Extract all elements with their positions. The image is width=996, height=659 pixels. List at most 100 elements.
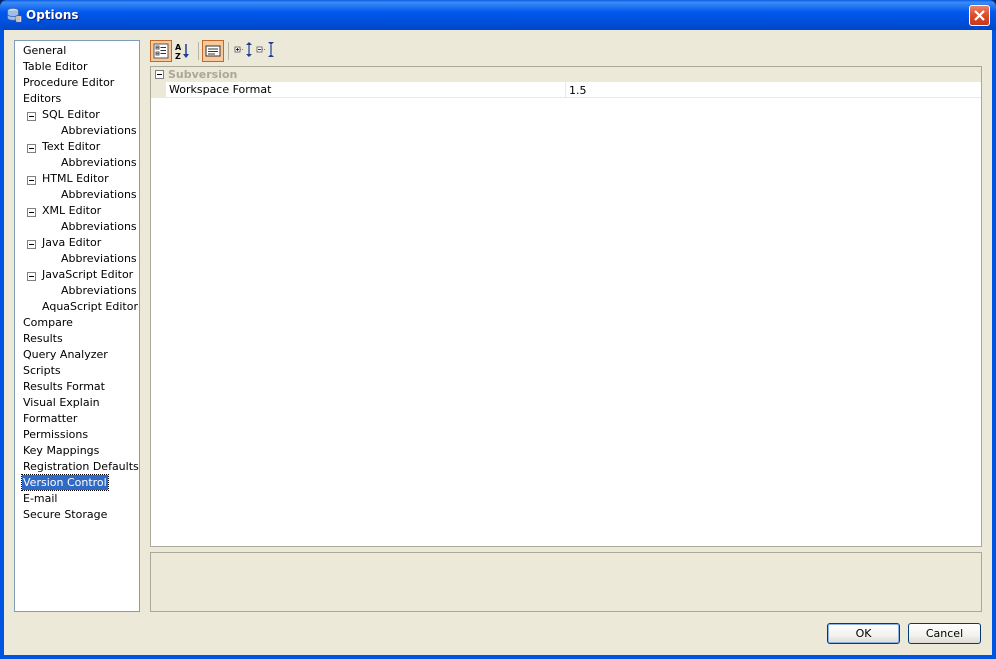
tree-item-label: Visual Explain: [23, 396, 100, 409]
tree-item-version-control[interactable]: Version Control: [21, 474, 109, 491]
tree-item-java-editor[interactable]: Java Editor: [41, 235, 102, 250]
description-panel: [150, 552, 982, 612]
expand-all-button[interactable]: [232, 40, 254, 62]
tree-item-label: Procedure Editor: [23, 76, 115, 89]
tree-item-sql-editor[interactable]: SQL Editor: [41, 107, 101, 122]
dialog-body: General Table Editor Procedure Editor Ed…: [4, 30, 992, 655]
collapse-icon[interactable]: [27, 112, 36, 121]
tree-item-label: Abbreviations: [61, 284, 137, 297]
category-label: Subversion: [168, 68, 238, 81]
tree-item-aquascript-editor[interactable]: AquaScript Editor: [41, 299, 139, 314]
collapse-icon[interactable]: [27, 176, 36, 185]
tree-item-label: SQL Editor: [42, 108, 100, 121]
tree-item-html-editor[interactable]: HTML Editor: [41, 171, 110, 186]
tree-item-label: Scripts: [23, 364, 61, 377]
tree-item-registration-defaults[interactable]: Registration Defaults: [22, 459, 139, 474]
categorized-icon: [153, 43, 169, 59]
tree-item-label: Formatter: [23, 412, 78, 425]
svg-text:A: A: [175, 43, 182, 52]
tree-item-query-analyzer[interactable]: Query Analyzer: [22, 347, 109, 362]
tree-item-javascript-abbreviations[interactable]: Abbreviations: [60, 283, 138, 298]
sort-alphabetical-icon: A Z: [175, 43, 189, 61]
collapse-icon[interactable]: [27, 240, 36, 249]
tree-item-label: Table Editor: [23, 60, 88, 73]
tree-item-label: AquaScript Editor: [42, 300, 138, 313]
tree-item-label: Key Mappings: [23, 444, 100, 457]
options-tree[interactable]: General Table Editor Procedure Editor Ed…: [14, 40, 140, 612]
ok-button[interactable]: OK: [827, 623, 900, 644]
property-pages-button[interactable]: [202, 40, 224, 62]
tree-item-visual-explain[interactable]: Visual Explain: [22, 395, 101, 410]
tree-item-label: Abbreviations: [61, 188, 137, 201]
property-name: Workspace Format: [169, 83, 272, 96]
tree-item-label: Abbreviations: [61, 124, 137, 137]
tree-item-email[interactable]: E-mail: [22, 491, 59, 506]
tree-item-label: Abbreviations: [61, 156, 137, 169]
options-window: Options General Table Editor Procedure E…: [0, 0, 996, 659]
tree-item-label: General: [23, 44, 67, 57]
title-bar[interactable]: Options: [0, 0, 996, 30]
tree-item-label: Abbreviations: [61, 220, 137, 233]
tree-item-label: Compare: [23, 316, 73, 329]
tree-item-label: Query Analyzer: [23, 348, 108, 361]
tree-item-results-format[interactable]: Results Format: [22, 379, 106, 394]
tree-item-java-abbreviations[interactable]: Abbreviations: [60, 251, 138, 266]
tree-item-scripts[interactable]: Scripts: [22, 363, 62, 378]
tree-item-html-abbreviations[interactable]: Abbreviations: [60, 187, 138, 202]
collapse-all-button[interactable]: [254, 40, 276, 62]
tree-item-label: HTML Editor: [42, 172, 109, 185]
tree-item-permissions[interactable]: Permissions: [22, 427, 89, 442]
tree-item-procedure-editor[interactable]: Procedure Editor: [22, 75, 115, 90]
tree-item-xml-editor[interactable]: XML Editor: [41, 203, 102, 218]
tree-item-text-editor[interactable]: Text Editor: [41, 139, 101, 154]
categorized-button[interactable]: [150, 40, 172, 62]
svg-text:Z: Z: [175, 52, 181, 61]
property-pages-icon: [205, 45, 221, 57]
tree-item-label: Registration Defaults: [23, 460, 139, 473]
row-margin: [151, 82, 166, 98]
column-divider[interactable]: [565, 82, 566, 98]
tree-item-label: Java Editor: [42, 236, 102, 249]
property-row-workspace-format[interactable]: Workspace Format 1.5: [151, 82, 981, 98]
cancel-button[interactable]: Cancel: [908, 623, 981, 644]
tree-item-editors[interactable]: Editors: [22, 91, 62, 106]
tree-item-key-mappings[interactable]: Key Mappings: [22, 443, 100, 458]
tree-item-label: XML Editor: [42, 204, 102, 217]
collapse-icon[interactable]: [27, 144, 36, 153]
tree-item-javascript-editor[interactable]: JavaScript Editor: [41, 267, 134, 282]
tree-item-label: Version Control: [23, 476, 107, 489]
tree-item-label: Permissions: [23, 428, 89, 441]
category-row-subversion[interactable]: Subversion: [151, 67, 981, 82]
tree-item-label: Editors: [23, 92, 62, 105]
tree-item-formatter[interactable]: Formatter: [22, 411, 78, 426]
toolbar-separator: [228, 42, 229, 60]
tree-item-label: Secure Storage: [23, 508, 108, 521]
property-grid[interactable]: Subversion Workspace Format 1.5: [150, 66, 982, 547]
sort-alphabetical-button[interactable]: A Z: [172, 40, 194, 62]
toolbar-separator: [198, 42, 199, 60]
collapse-icon[interactable]: [155, 70, 164, 79]
close-button[interactable]: [969, 5, 990, 26]
tree-item-results[interactable]: Results: [22, 331, 64, 346]
property-grid-toolbar: A Z: [150, 40, 990, 64]
tree-item-label: Text Editor: [42, 140, 101, 153]
tree-item-general[interactable]: General: [22, 43, 67, 58]
tree-item-sql-abbreviations[interactable]: Abbreviations: [60, 123, 138, 138]
window-title: Options: [26, 8, 79, 22]
tree-item-text-abbreviations[interactable]: Abbreviations: [60, 155, 138, 170]
database-options-icon: [6, 7, 22, 23]
tree-item-secure-storage[interactable]: Secure Storage: [22, 507, 108, 522]
close-icon: [974, 10, 985, 21]
tree-item-table-editor[interactable]: Table Editor: [22, 59, 89, 74]
expand-all-icon: [234, 42, 252, 57]
collapse-icon[interactable]: [27, 208, 36, 217]
property-value[interactable]: 1.5: [569, 84, 977, 97]
collapse-all-icon: [256, 42, 274, 57]
tree-item-label: Abbreviations: [61, 252, 137, 265]
collapse-icon[interactable]: [27, 272, 36, 281]
tree-item-compare[interactable]: Compare: [22, 315, 74, 330]
tree-item-label: Results Format: [23, 380, 105, 393]
tree-item-label: Results: [23, 332, 63, 345]
tree-item-label: JavaScript Editor: [42, 268, 134, 281]
tree-item-xml-abbreviations[interactable]: Abbreviations: [60, 219, 138, 234]
